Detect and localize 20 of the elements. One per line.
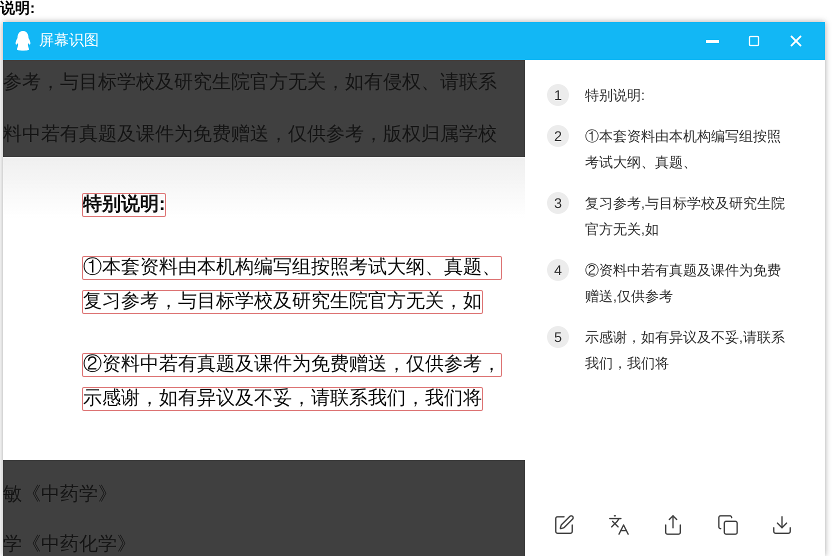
- result-text[interactable]: ①本套资料由本机构编写组按照考试大纲、真题、: [585, 123, 787, 175]
- result-number: 3: [547, 192, 569, 214]
- result-text[interactable]: 示感谢，如有异议及不妥,请联系我们，我们将: [585, 324, 787, 376]
- result-number: 2: [547, 125, 569, 147]
- edit-icon: [553, 514, 575, 536]
- result-number: 5: [547, 326, 569, 348]
- window-title: 屏幕识图: [39, 30, 99, 51]
- maximize-icon: [748, 35, 760, 47]
- result-number: 4: [547, 259, 569, 281]
- result-text[interactable]: 特别说明:: [585, 82, 787, 108]
- document-heading: 说明:: [0, 0, 35, 18]
- download-icon: [771, 514, 793, 536]
- result-text[interactable]: ②资料中若有真题及课件为免费赠送,仅供参考: [585, 257, 787, 309]
- minimize-icon: [706, 40, 718, 42]
- copy-icon: [716, 514, 738, 536]
- result-text[interactable]: 复习参考,与目标学校及研究生院官方无关,如: [585, 190, 787, 242]
- result-number: 1: [547, 84, 569, 106]
- translate-icon: [608, 514, 630, 536]
- penguin-icon: [15, 31, 31, 51]
- share-icon: [662, 514, 684, 536]
